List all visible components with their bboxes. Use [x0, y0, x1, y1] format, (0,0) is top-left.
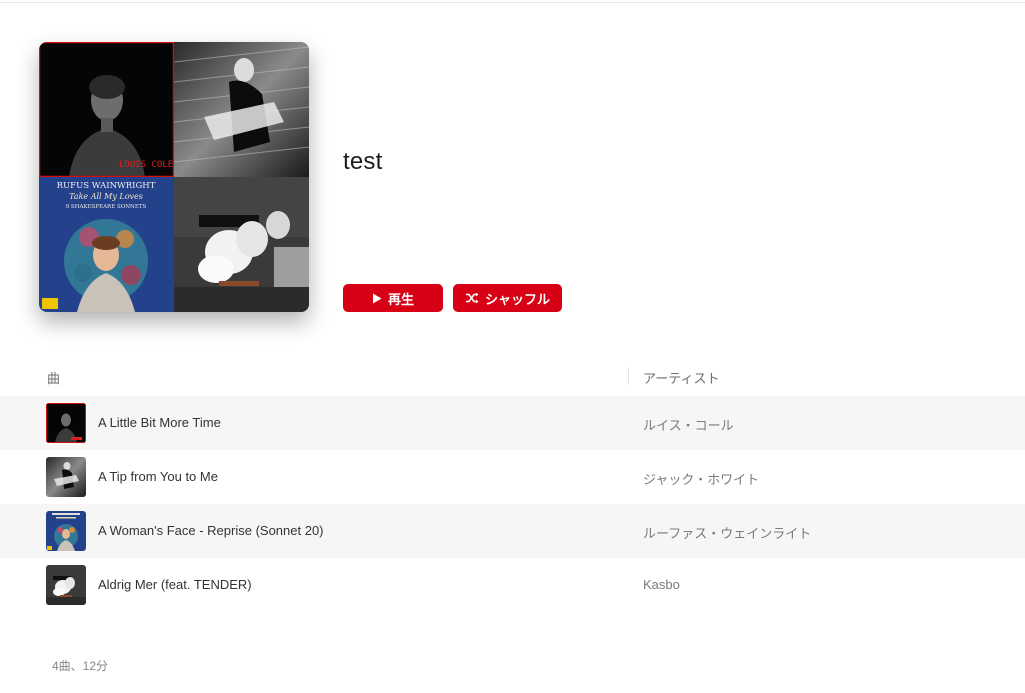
track-title[interactable]: A Woman's Face - Reprise (Sonnet 20): [98, 523, 324, 538]
play-button[interactable]: 再生: [343, 284, 443, 312]
track-row[interactable]: A Little Bit More Time ルイス・コール: [0, 396, 1025, 450]
track-artist[interactable]: ルーファス・ウェインライト: [643, 523, 811, 542]
louis-cole-logo-text: LOUIS COLE: [119, 160, 173, 170]
artwork-tile-louis-cole: LOUIS COLE: [39, 42, 174, 177]
rufus-title-text: RUFUS WAINWRIGHT: [57, 181, 156, 191]
track-title[interactable]: A Little Bit More Time: [98, 415, 221, 430]
play-button-label: 再生: [387, 291, 414, 307]
louis-cole-thumbnail: [46, 403, 86, 443]
rufus-sonnets-text: 9 SHAKESPEARE SONNETS: [66, 204, 147, 210]
column-header-song[interactable]: 曲: [47, 368, 60, 387]
track-title[interactable]: A Tip from You to Me: [98, 469, 218, 484]
playlist-artwork[interactable]: LOUIS COLE RUFUS WAINWRIGHT Take All My …: [39, 42, 309, 312]
track-artist[interactable]: ルイス・コール: [643, 415, 734, 434]
kasbo-thumbnail: [46, 565, 86, 605]
column-header-artist[interactable]: アーティスト: [643, 368, 719, 387]
track-artist[interactable]: Kasbo: [643, 577, 680, 592]
track-list: A Little Bit More Time ルイス・コール A Tip fro…: [0, 396, 1025, 612]
track-title[interactable]: Aldrig Mer (feat. TENDER): [98, 577, 252, 592]
track-artist[interactable]: ジャック・ホワイト: [643, 469, 759, 488]
play-icon: [372, 293, 382, 304]
rufus-wainwright-thumbnail: [46, 511, 86, 551]
jack-white-thumbnail: [46, 457, 86, 497]
artwork-tile-rufus-wainwright: RUFUS WAINWRIGHT Take All My Loves 9 SHA…: [39, 177, 174, 312]
track-row[interactable]: Aldrig Mer (feat. TENDER) Kasbo: [0, 558, 1025, 612]
rufus-subtitle-text: Take All My Loves: [69, 192, 143, 201]
playlist-summary: 4曲、12分: [52, 659, 109, 673]
artwork-tile-kasbo: [174, 177, 309, 312]
shuffle-button-label: シャッフル: [484, 291, 550, 307]
track-row[interactable]: A Woman's Face - Reprise (Sonnet 20) ルーフ…: [0, 504, 1025, 558]
playlist-title: test: [343, 148, 383, 175]
column-divider: [628, 367, 629, 385]
shuffle-icon: [465, 292, 479, 304]
top-divider: [0, 2, 1025, 3]
shuffle-button[interactable]: シャッフル: [453, 284, 562, 312]
track-row[interactable]: A Tip from You to Me ジャック・ホワイト: [0, 450, 1025, 504]
artwork-tile-jack-white: [174, 42, 309, 177]
